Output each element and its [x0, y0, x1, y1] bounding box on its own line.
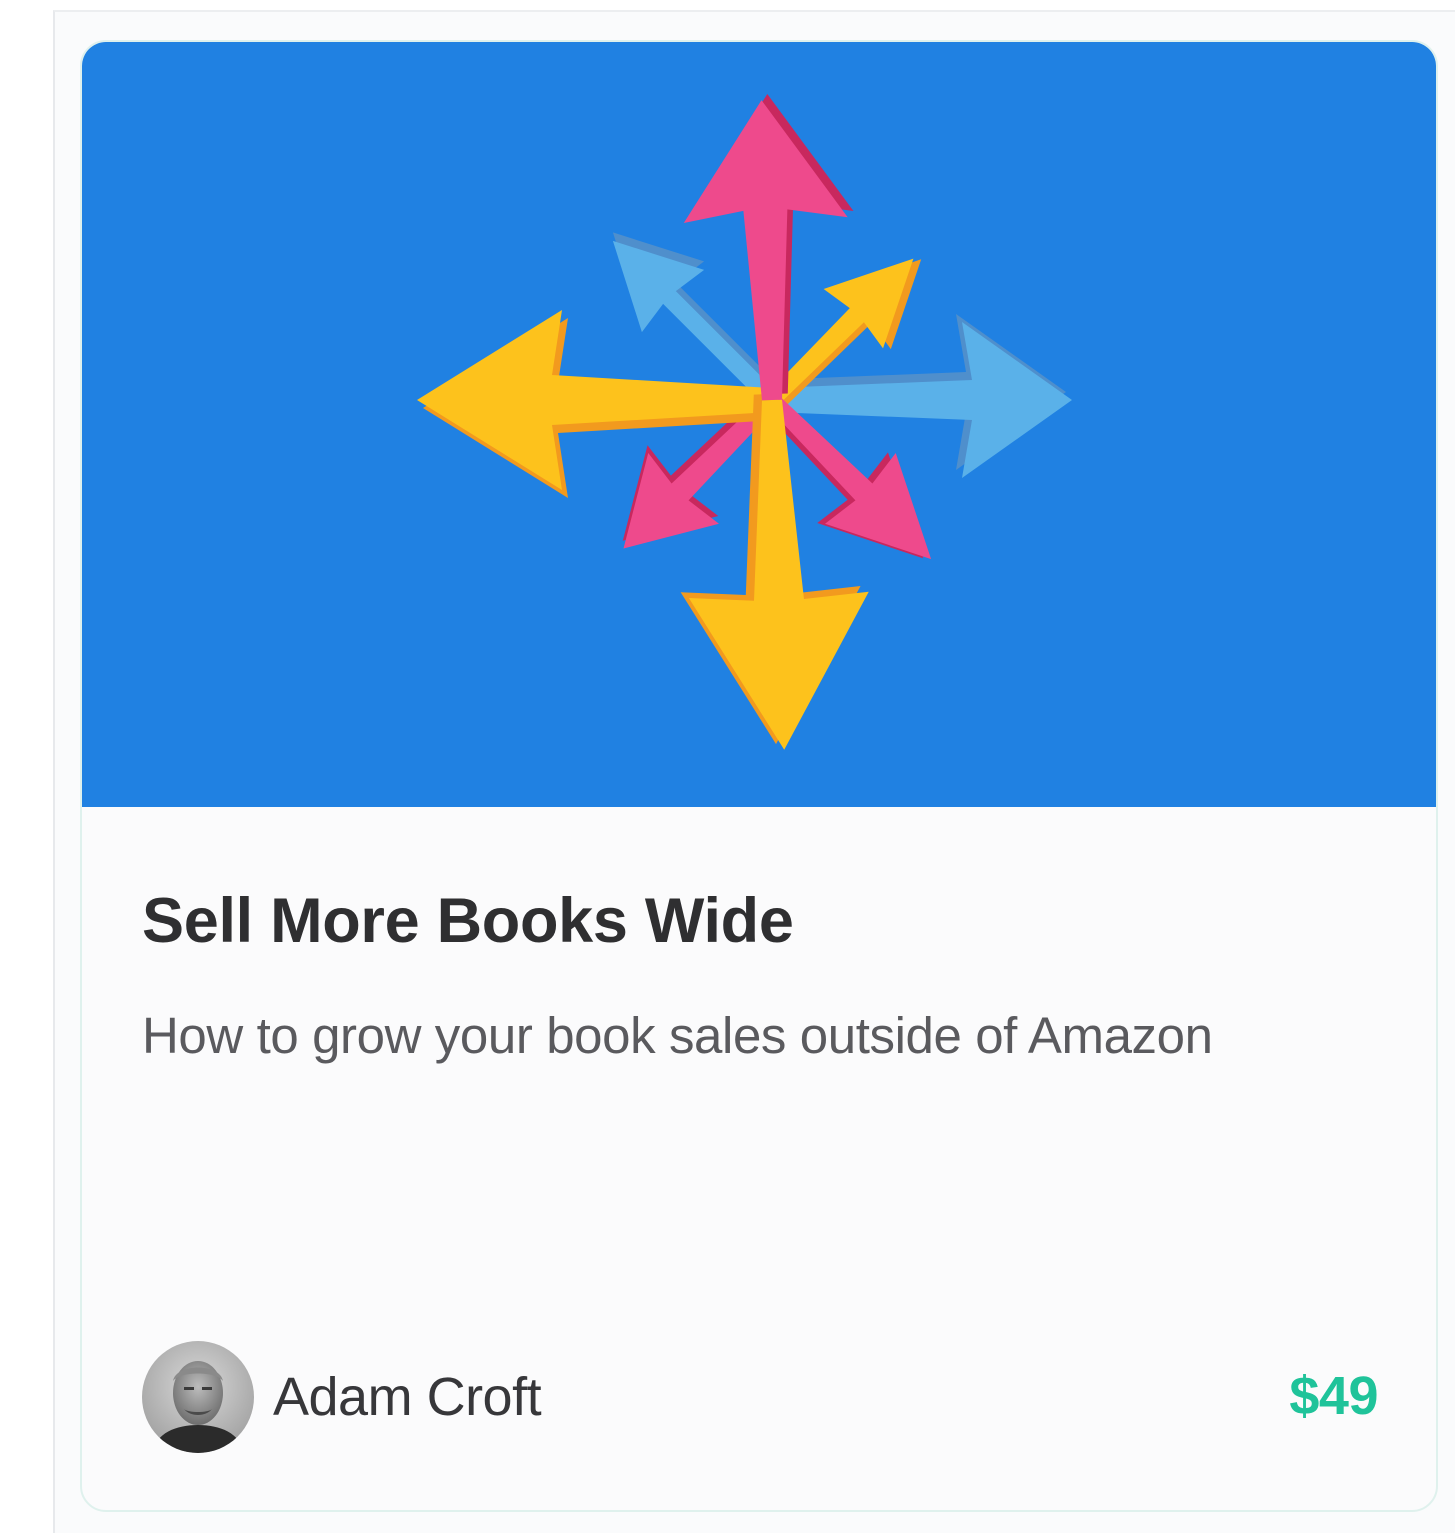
course-subtitle: How to grow your book sales outside of A… [142, 1007, 1213, 1064]
course-title[interactable]: Sell More Books Wide [142, 885, 794, 957]
author-info[interactable]: Adam Croft [142, 1339, 542, 1455]
author-name[interactable]: Adam Croft [273, 1366, 542, 1428]
course-price: $49 [1289, 1366, 1378, 1426]
arrows-outward-burst-icon [82, 42, 1436, 807]
card-footer: Adam Croft $49 [142, 1339, 1378, 1455]
author-avatar-photo [142, 1341, 254, 1453]
author-avatar[interactable] [142, 1341, 254, 1453]
course-hero-image[interactable] [82, 42, 1436, 807]
page: Sell More Books Wide How to grow your bo… [0, 0, 1455, 1533]
course-card[interactable]: Sell More Books Wide How to grow your bo… [80, 40, 1438, 1512]
